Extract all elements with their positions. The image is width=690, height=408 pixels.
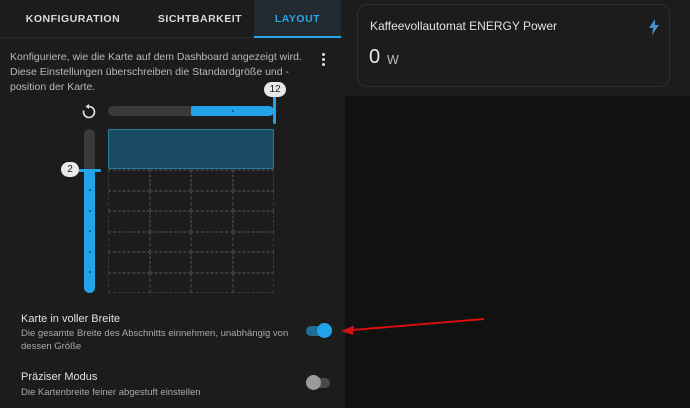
grid-cell [191,252,233,273]
grid-cell [108,252,150,273]
grid-cell [232,211,274,232]
full-width-toggle[interactable] [306,323,332,338]
tab-layout[interactable]: LAYOUT [254,0,341,38]
row-slider[interactable] [78,129,101,293]
precise-mode-subtitle: Die Kartenbreite feiner abgestuft einste… [21,387,201,398]
tab-sichtbarkeit[interactable]: SICHTBARKEIT [146,0,254,37]
grid-cell [108,272,150,293]
row-step-dot [88,210,91,212]
grid-cell [108,211,150,232]
row-value-badge: 2 [61,162,79,177]
grid-cell [108,170,150,191]
card-unit: W [387,53,399,67]
column-slider-handle[interactable] [273,96,276,124]
column-step-dot [232,110,234,112]
row-step-dot [88,271,91,273]
grid-cell [232,170,274,191]
grid-cell [191,231,233,252]
grid-cell [191,170,233,191]
layout-editor-panel: KONFIGURATION SICHTBARKEIT LAYOUT Konfig… [0,0,345,408]
grid-cell [149,272,191,293]
card-value: 0 [369,46,381,68]
grid-cell [108,231,150,252]
dots-vertical-icon[interactable] [316,50,330,68]
grid-cell [232,272,274,293]
card-title: Kaffeevollautomat ENERGY Power [370,19,557,33]
full-width-subtitle: Die gesamte Breite des Abschnitts einneh… [21,328,289,352]
grid-cell [232,252,274,273]
grid-cell [149,252,191,273]
column-slider[interactable] [108,96,276,124]
grid-cell [191,272,233,293]
full-width-title: Karte in voller Breite [21,313,121,325]
card-size-highlight [108,129,274,169]
grid-cell [149,190,191,211]
tab-bar: KONFIGURATION SICHTBARKEIT LAYOUT [0,0,345,38]
layout-grid-preview[interactable] [108,129,274,293]
grid-cell [191,190,233,211]
grid-cell [191,211,233,232]
precise-mode-toggle[interactable] [306,375,332,390]
precise-mode-title: Präziser Modus [21,371,98,383]
grid-cell [149,211,191,232]
row-step-dot [88,189,91,191]
flash-icon [648,19,660,35]
row-step-dot [88,251,91,253]
grid-cell [108,190,150,211]
grid-cell [232,190,274,211]
tab-konfiguration[interactable]: KONFIGURATION [0,0,146,37]
grid-cell [149,170,191,191]
row-slider-handle[interactable] [78,169,101,172]
row-step-dot [88,230,91,232]
grid-cell [232,231,274,252]
restore-icon[interactable] [80,103,98,121]
entity-card-preview[interactable]: Kaffeevollautomat ENERGY Power 0 W [357,4,670,87]
grid-cell [149,231,191,252]
column-value-badge: 12 [264,82,286,97]
